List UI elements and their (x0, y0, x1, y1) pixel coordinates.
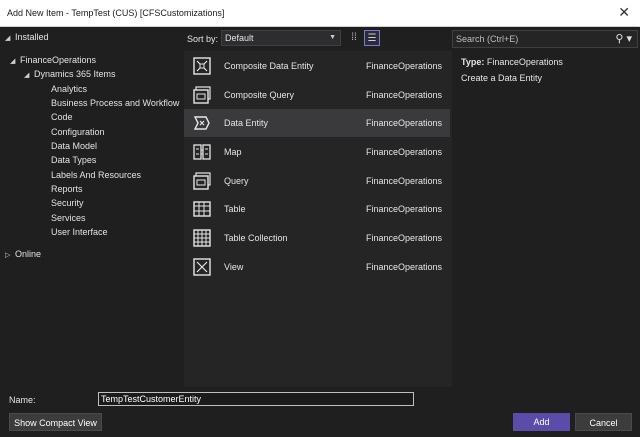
chevron-down-icon: ▼ (329, 34, 336, 41)
sort-bar: Sort by: Default ▼ ⁞⁞ ☰ (184, 27, 452, 51)
list-item-selected[interactable]: Data Entity FinanceOperations (184, 109, 450, 137)
list-item[interactable]: Composite Data Entity FinanceOperations (184, 52, 450, 80)
tree-item-services[interactable]: Services (51, 211, 86, 225)
search-box[interactable]: Search (Ctrl+E) ⚲ ▾ (452, 30, 638, 48)
table-icon (193, 201, 211, 217)
search-placeholder: Search (Ctrl+E) (456, 34, 519, 44)
search-icon[interactable]: ⚲ ▾ (615, 32, 632, 45)
list-item[interactable]: Table Collection FinanceOperations (184, 224, 450, 252)
item-description: Create a Data Entity (461, 73, 543, 83)
tree-item-data-model[interactable]: Data Model (51, 139, 97, 153)
show-compact-view-button[interactable]: Show Compact View (9, 413, 102, 431)
name-input[interactable] (98, 392, 414, 406)
tree-item-configuration[interactable]: Configuration (51, 125, 105, 139)
item-category: FinanceOperations (366, 262, 443, 272)
tree-item-business-process[interactable]: Business Process and Workflow (51, 96, 179, 110)
tree-item-security[interactable]: Security (51, 196, 84, 210)
sort-by-dropdown[interactable]: Default ▼ (221, 30, 341, 46)
sort-by-label: Sort by: (187, 34, 219, 44)
item-category: FinanceOperations (366, 118, 443, 128)
name-label: Name: (9, 395, 36, 405)
tree-item-analytics[interactable]: Analytics (51, 82, 87, 96)
view-icon (193, 258, 211, 276)
close-icon[interactable]: ✕ (618, 4, 630, 21)
expanded-caret-icon: ◢ (10, 58, 16, 65)
item-category: FinanceOperations (366, 61, 443, 71)
item-name: Table (224, 204, 246, 214)
tree-item-dynamics-365-items[interactable]: ◢ Dynamics 365 Items (24, 67, 116, 81)
item-name: Composite Data Entity (224, 61, 314, 71)
expanded-caret-icon: ◢ (24, 72, 30, 79)
data-entity-icon (193, 116, 210, 130)
item-name: Composite Query (224, 90, 295, 100)
item-name: Table Collection (224, 233, 288, 243)
tree-item-data-types[interactable]: Data Types (51, 153, 96, 167)
details-panel: Search (Ctrl+E) ⚲ ▾ Type: FinanceOperati… (452, 27, 640, 387)
sort-by-value: Default (225, 33, 254, 43)
template-list: Sort by: Default ▼ ⁞⁞ ☰ Composite Data E… (184, 27, 452, 387)
item-category: FinanceOperations (366, 204, 443, 214)
item-name: Data Entity (224, 118, 269, 128)
collapsed-caret-icon: ▷ (5, 252, 11, 259)
item-name: Query (224, 176, 249, 186)
type-value: FinanceOperations (486, 57, 563, 67)
tree-label: Online (15, 249, 42, 259)
tree-item-user-interface[interactable]: User Interface (51, 225, 108, 239)
item-category: FinanceOperations (366, 233, 443, 243)
item-category: FinanceOperations (366, 176, 443, 186)
add-button[interactable]: Add (513, 413, 570, 431)
query-icon (193, 172, 211, 190)
bottom-bar: Name: Show Compact View Add Cancel (0, 388, 640, 437)
template-tree: ◢ Installed ◢ FinanceOperations ◢ Dynamics … (0, 27, 184, 387)
composite-query-icon (193, 86, 211, 104)
list-item[interactable]: Composite Query FinanceOperations (184, 81, 450, 109)
type-label: Type: (461, 57, 485, 67)
item-category: FinanceOperations (366, 90, 443, 100)
tree-item-installed[interactable]: ◢ Installed (5, 30, 49, 44)
item-name: View (224, 262, 244, 272)
composite-data-entity-icon (193, 57, 211, 75)
tree-item-finance-operations[interactable]: ◢ FinanceOperations (10, 53, 96, 67)
type-line: Type: FinanceOperations (461, 57, 563, 67)
table-collection-icon (193, 229, 211, 247)
tree-label: Dynamics 365 Items (34, 69, 116, 79)
tree-item-code[interactable]: Code (51, 110, 73, 124)
list-item[interactable]: Map FinanceOperations (184, 138, 450, 166)
cancel-button[interactable]: Cancel (575, 413, 632, 431)
item-category: FinanceOperations (366, 147, 443, 157)
tree-label: FinanceOperations (20, 55, 97, 65)
window-title: Add New Item - TempTest (CUS) [CFSCustom… (7, 8, 225, 18)
expanded-caret-icon: ◢ (5, 35, 11, 42)
tree-label: Installed (15, 32, 49, 42)
list-view-icon[interactable]: ☰ (364, 30, 380, 46)
title-bar: Add New Item - TempTest (CUS) [CFSCustom… (0, 0, 640, 27)
tree-item-online[interactable]: ▷ Online (5, 247, 41, 261)
map-icon (193, 144, 211, 160)
list-item[interactable]: View FinanceOperations (184, 253, 450, 281)
tree-item-reports[interactable]: Reports (51, 182, 83, 196)
list-item[interactable]: Query FinanceOperations (184, 167, 450, 195)
tree-item-labels-and-resources[interactable]: Labels And Resources (51, 168, 141, 182)
grid-view-icon[interactable]: ⁞⁞ (346, 30, 362, 46)
item-name: Map (224, 147, 242, 157)
list-item[interactable]: Table FinanceOperations (184, 195, 450, 223)
